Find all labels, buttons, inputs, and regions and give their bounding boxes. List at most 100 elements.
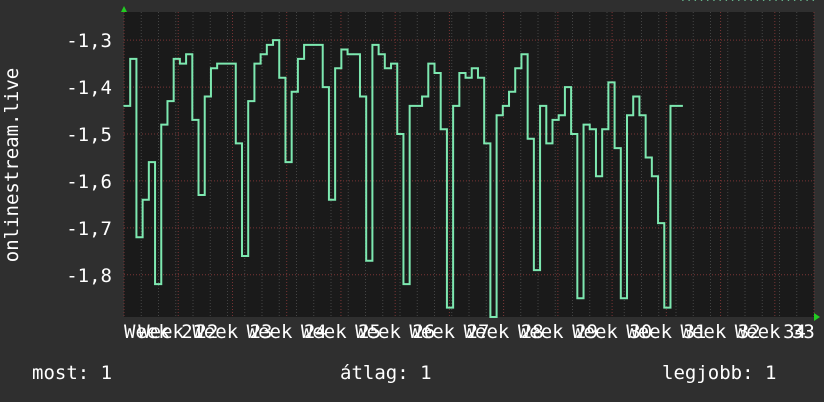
data-point: [340, 48, 343, 51]
data-point: [651, 175, 653, 178]
data-point: [489, 316, 492, 318]
data-point: [526, 137, 529, 140]
data-point: [632, 95, 635, 98]
data-point: [321, 86, 324, 88]
data-point: [228, 62, 231, 65]
y-tick-label: -1,8: [66, 265, 112, 287]
data-point: [284, 161, 287, 163]
y-tick-label: -1,3: [66, 30, 112, 52]
data-point: [601, 128, 603, 131]
data-point: [266, 44, 268, 46]
stat-best: legjobb: 1: [662, 362, 777, 384]
data-point: [508, 90, 510, 93]
data-point: [731, 0, 734, 1]
data-point: [172, 58, 175, 60]
data-point: [470, 67, 473, 70]
data-point: [253, 62, 256, 65]
data-point: [222, 62, 225, 65]
data-point: [793, 0, 796, 1]
x-ticks: Week 21Week 22Week 23Week 24Week 25Week …: [124, 321, 815, 343]
data-point: [688, 0, 690, 1]
data-point: [197, 194, 200, 196]
data-point: [551, 119, 554, 121]
stat-average: átlag: 1: [340, 362, 432, 384]
data-point: [706, 0, 709, 1]
data-point: [210, 67, 212, 70]
data-point: [402, 283, 405, 285]
data-point: [669, 105, 672, 107]
data-point: [657, 222, 659, 224]
data-point: [781, 0, 784, 1]
data-point: [309, 44, 312, 46]
data-point: [750, 0, 753, 1]
data-point: [390, 62, 392, 65]
data-point: [123, 105, 125, 107]
y-axis-label: onlinestream.live: [1, 68, 23, 262]
data-point: [806, 0, 808, 1]
y-tick-label: -1,4: [66, 77, 112, 99]
data-point: [675, 105, 678, 107]
data-point: [439, 128, 442, 131]
data-point: [458, 72, 461, 74]
data-point: [638, 114, 641, 117]
data-point: [179, 62, 181, 65]
data-point: [502, 105, 504, 107]
data-point: [694, 0, 697, 1]
data-point: [663, 306, 666, 309]
stat-current: most: 1: [32, 362, 113, 384]
data-point: [384, 67, 386, 70]
y-tick-label: -1,5: [66, 124, 112, 146]
data-point: [303, 44, 305, 46]
data-point: [241, 255, 243, 257]
data-point: [564, 86, 566, 88]
data-point: [247, 100, 249, 102]
data-point: [371, 44, 374, 46]
data-point: [334, 67, 336, 70]
x-tick-label: 34: [783, 321, 806, 343]
x-axis-arrow: [814, 313, 820, 321]
data-point: [787, 0, 790, 1]
y-tick-label: -1,7: [66, 218, 112, 240]
data-point: [613, 147, 616, 149]
data-point: [315, 44, 318, 46]
data-point: [415, 105, 417, 107]
data-point: [514, 67, 517, 70]
data-point: [557, 114, 560, 117]
data-point: [744, 0, 746, 1]
data-point: [775, 0, 777, 1]
data-point: [421, 95, 423, 98]
data-point: [259, 53, 262, 56]
data-point: [160, 123, 163, 126]
data-point: [141, 198, 144, 201]
data-point: [582, 123, 585, 126]
data-point: [769, 0, 771, 1]
data-point: [396, 133, 399, 135]
data-point: [520, 53, 523, 56]
data-point: [533, 269, 535, 271]
data-point: [166, 100, 169, 102]
data-point: [477, 76, 479, 79]
data-point: [483, 142, 485, 145]
data-point: [433, 72, 436, 74]
y-axis-arrow: [121, 6, 127, 12]
data-point: [620, 297, 622, 300]
data-point: [234, 142, 237, 145]
data-point: [154, 283, 156, 285]
data-point: [203, 95, 206, 98]
data-point: [576, 297, 579, 300]
data-point: [626, 114, 628, 117]
data-point: [148, 161, 150, 163]
data-point: [446, 306, 448, 309]
data-point: [545, 142, 548, 145]
data-point: [427, 62, 430, 65]
data-point: [595, 175, 597, 178]
y-ticks: -1,8 -1,7 -1,6 -1,5 -1,4 -1,3: [66, 30, 112, 287]
data-point: [272, 39, 274, 41]
y-tick-label: -1,6: [66, 171, 112, 193]
data-point: [359, 95, 361, 98]
data-point: [762, 0, 765, 1]
data-point: [588, 128, 591, 131]
data-point: [408, 105, 411, 107]
data-point: [682, 0, 684, 1]
data-point: [495, 114, 498, 117]
